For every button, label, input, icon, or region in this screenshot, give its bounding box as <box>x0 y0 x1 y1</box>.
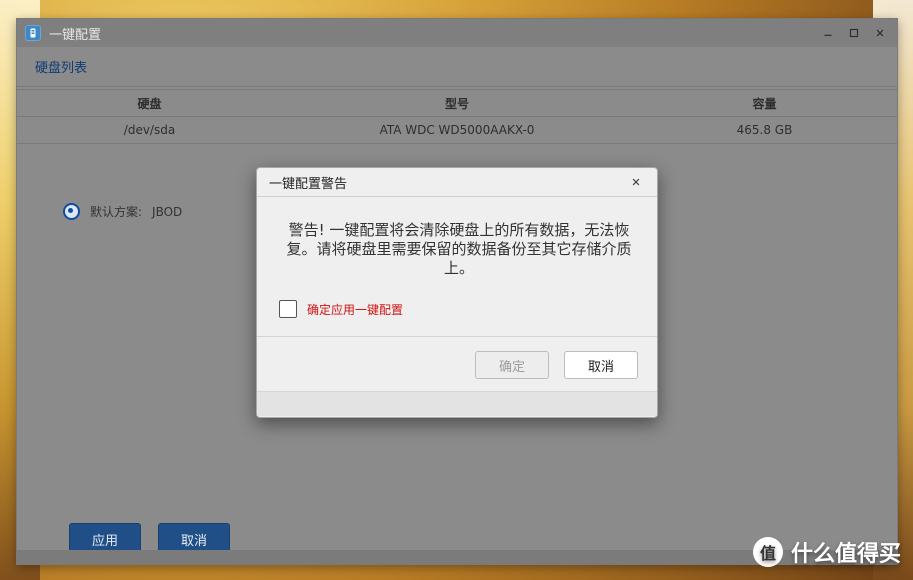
warning-dialog: 一键配置警告 警告! 一键配置将会清除硬盘上的所有数据，无法恢复。请将硬盘里需要… <box>256 167 658 418</box>
app-icon <box>25 25 41 41</box>
dialog-body: 警告! 一键配置将会清除硬盘上的所有数据，无法恢复。请将硬盘里需要保留的数据备份… <box>257 197 657 337</box>
confirm-checkbox[interactable] <box>279 300 297 318</box>
confirm-option[interactable]: 确定应用一键配置 <box>279 300 635 318</box>
app-icon-glyph <box>30 28 36 38</box>
watermark: 值 什么值得买 <box>752 536 901 568</box>
column-header-capacity: 容量 <box>752 96 777 111</box>
window-title: 一键配置 <box>49 27 102 43</box>
close-icon[interactable] <box>871 24 889 42</box>
default-scheme-label: 默认方案: <box>90 205 143 219</box>
disk-table-header: 硬盘 型号 容量 <box>17 89 897 117</box>
warning-message: 警告! 一键配置将会清除硬盘上的所有数据，无法恢复。请将硬盘里需要保留的数据备份… <box>286 221 632 277</box>
watermark-text: 什么值得买 <box>790 542 901 567</box>
column-header-disk: 硬盘 <box>137 96 162 111</box>
default-scheme-option[interactable]: 默认方案: JBOD <box>63 203 182 220</box>
window-controls <box>819 24 889 42</box>
ok-button[interactable]: 确定 <box>475 351 549 379</box>
dialog-status-strip <box>257 392 657 416</box>
dialog-footer: 确定 取消 <box>257 337 657 392</box>
cell-model: ATA WDC WD5000AAKX-0 <box>379 123 535 137</box>
default-scheme-value: JBOD <box>152 204 183 219</box>
minimize-icon[interactable] <box>819 24 837 42</box>
watermark-badge: 值 <box>752 537 783 567</box>
maximize-icon[interactable] <box>845 24 863 42</box>
cell-capacity: 465.8 GB <box>736 123 793 137</box>
confirm-label: 确定应用一键配置 <box>307 302 404 317</box>
dialog-header: 一键配置警告 <box>257 168 657 197</box>
disk-list-title: 硬盘列表 <box>17 47 897 87</box>
dialog-close-icon[interactable] <box>627 173 645 191</box>
window-titlebar: 一键配置 <box>17 19 897 47</box>
dialog-cancel-button[interactable]: 取消 <box>564 351 638 379</box>
cell-disk: /dev/sda <box>123 123 176 137</box>
dialog-title: 一键配置警告 <box>269 176 348 192</box>
default-scheme-radio[interactable] <box>63 203 80 220</box>
disk-table: 硬盘 型号 容量 /dev/sda ATA WDC WD5000AAKX-0 4… <box>17 89 897 144</box>
column-header-model: 型号 <box>444 96 469 111</box>
table-row: /dev/sda ATA WDC WD5000AAKX-0 465.8 GB <box>17 117 897 144</box>
